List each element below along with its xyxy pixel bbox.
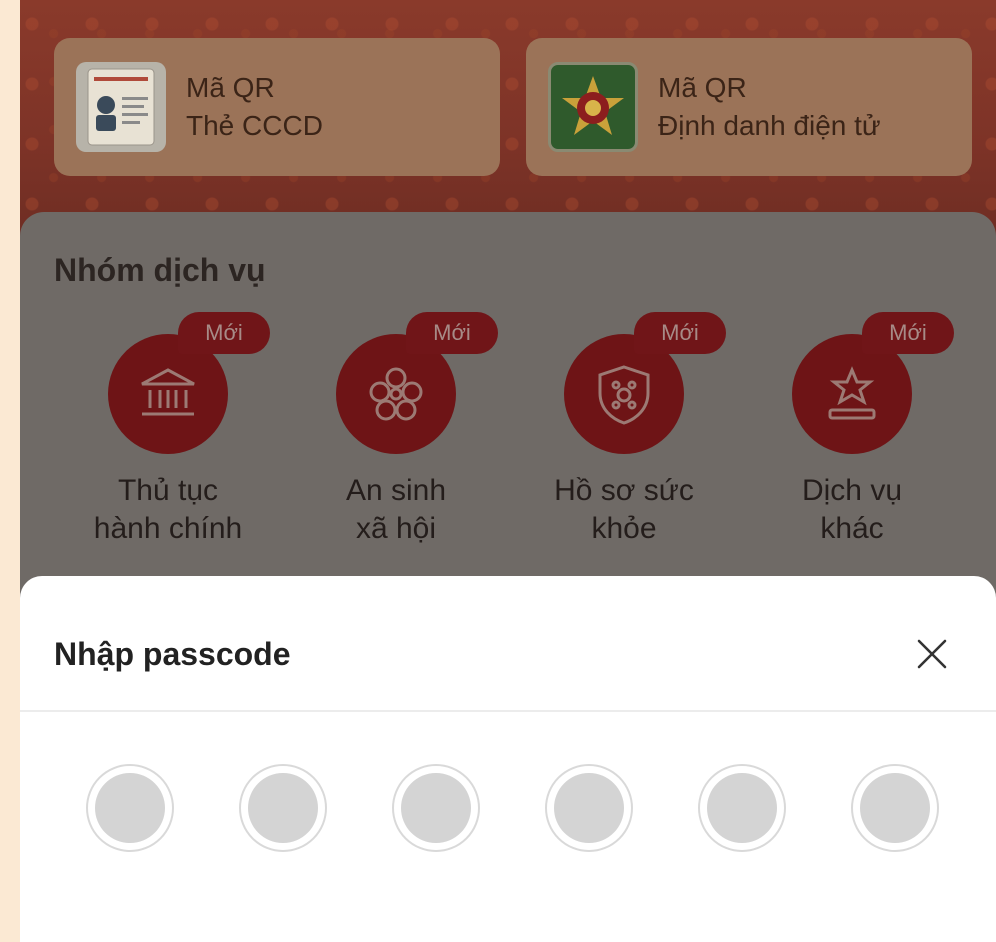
passcode-input[interactable]	[86, 764, 950, 854]
service-label: Thủ tục hành chính	[93, 474, 243, 545]
service-administrative-procedures[interactable]: Mới Thủ tục hành chính	[68, 312, 270, 560]
police-emblem-icon	[548, 62, 638, 152]
passcode-digit	[851, 764, 939, 852]
service-label: Dịch vụ khác	[801, 474, 903, 545]
close-icon	[917, 639, 947, 669]
qr-cccd-subtitle: Thẻ CCCD	[186, 110, 323, 141]
qr-digital-id-subtitle: Định danh điện tử	[658, 110, 881, 141]
new-badge: Mới	[862, 312, 954, 354]
service-label: An sinh xã hội	[345, 474, 447, 545]
services-section-title: Nhóm dịch vụ	[54, 252, 266, 288]
new-badge: Mới	[406, 312, 498, 354]
passcode-sheet-title: Nhập passcode	[54, 636, 291, 672]
close-button[interactable]	[906, 628, 958, 680]
qr-cccd-title: Mã QR	[186, 72, 275, 103]
sheet-divider	[20, 710, 996, 712]
qr-digital-id-card[interactable]: Mã QR Định danh điện tử	[526, 38, 972, 176]
service-label: Hồ sơ sức khỏe	[554, 474, 694, 545]
qr-digital-id-title: Mã QR	[658, 72, 747, 103]
service-health-records[interactable]: Mới Hồ sơ sức khỏe	[524, 312, 726, 560]
passcode-digit	[545, 764, 633, 852]
passcode-sheet: Nhập passcode	[20, 576, 996, 942]
new-badge: Mới	[178, 312, 270, 354]
passcode-digit	[698, 764, 786, 852]
passcode-digit	[392, 764, 480, 852]
passcode-digit	[86, 764, 174, 852]
passcode-digit	[239, 764, 327, 852]
qr-cccd-card[interactable]: Mã QR Thẻ CCCD	[54, 38, 500, 176]
new-badge: Mới	[634, 312, 726, 354]
app-screen: Mã QR Thẻ CCCD Mã QR Định danh điện tử N…	[20, 0, 996, 942]
id-card-icon	[76, 62, 166, 152]
service-social-welfare[interactable]: Mới An sinh xã hội	[296, 312, 498, 560]
service-other[interactable]: Mới Dịch vụ khác	[752, 312, 954, 560]
